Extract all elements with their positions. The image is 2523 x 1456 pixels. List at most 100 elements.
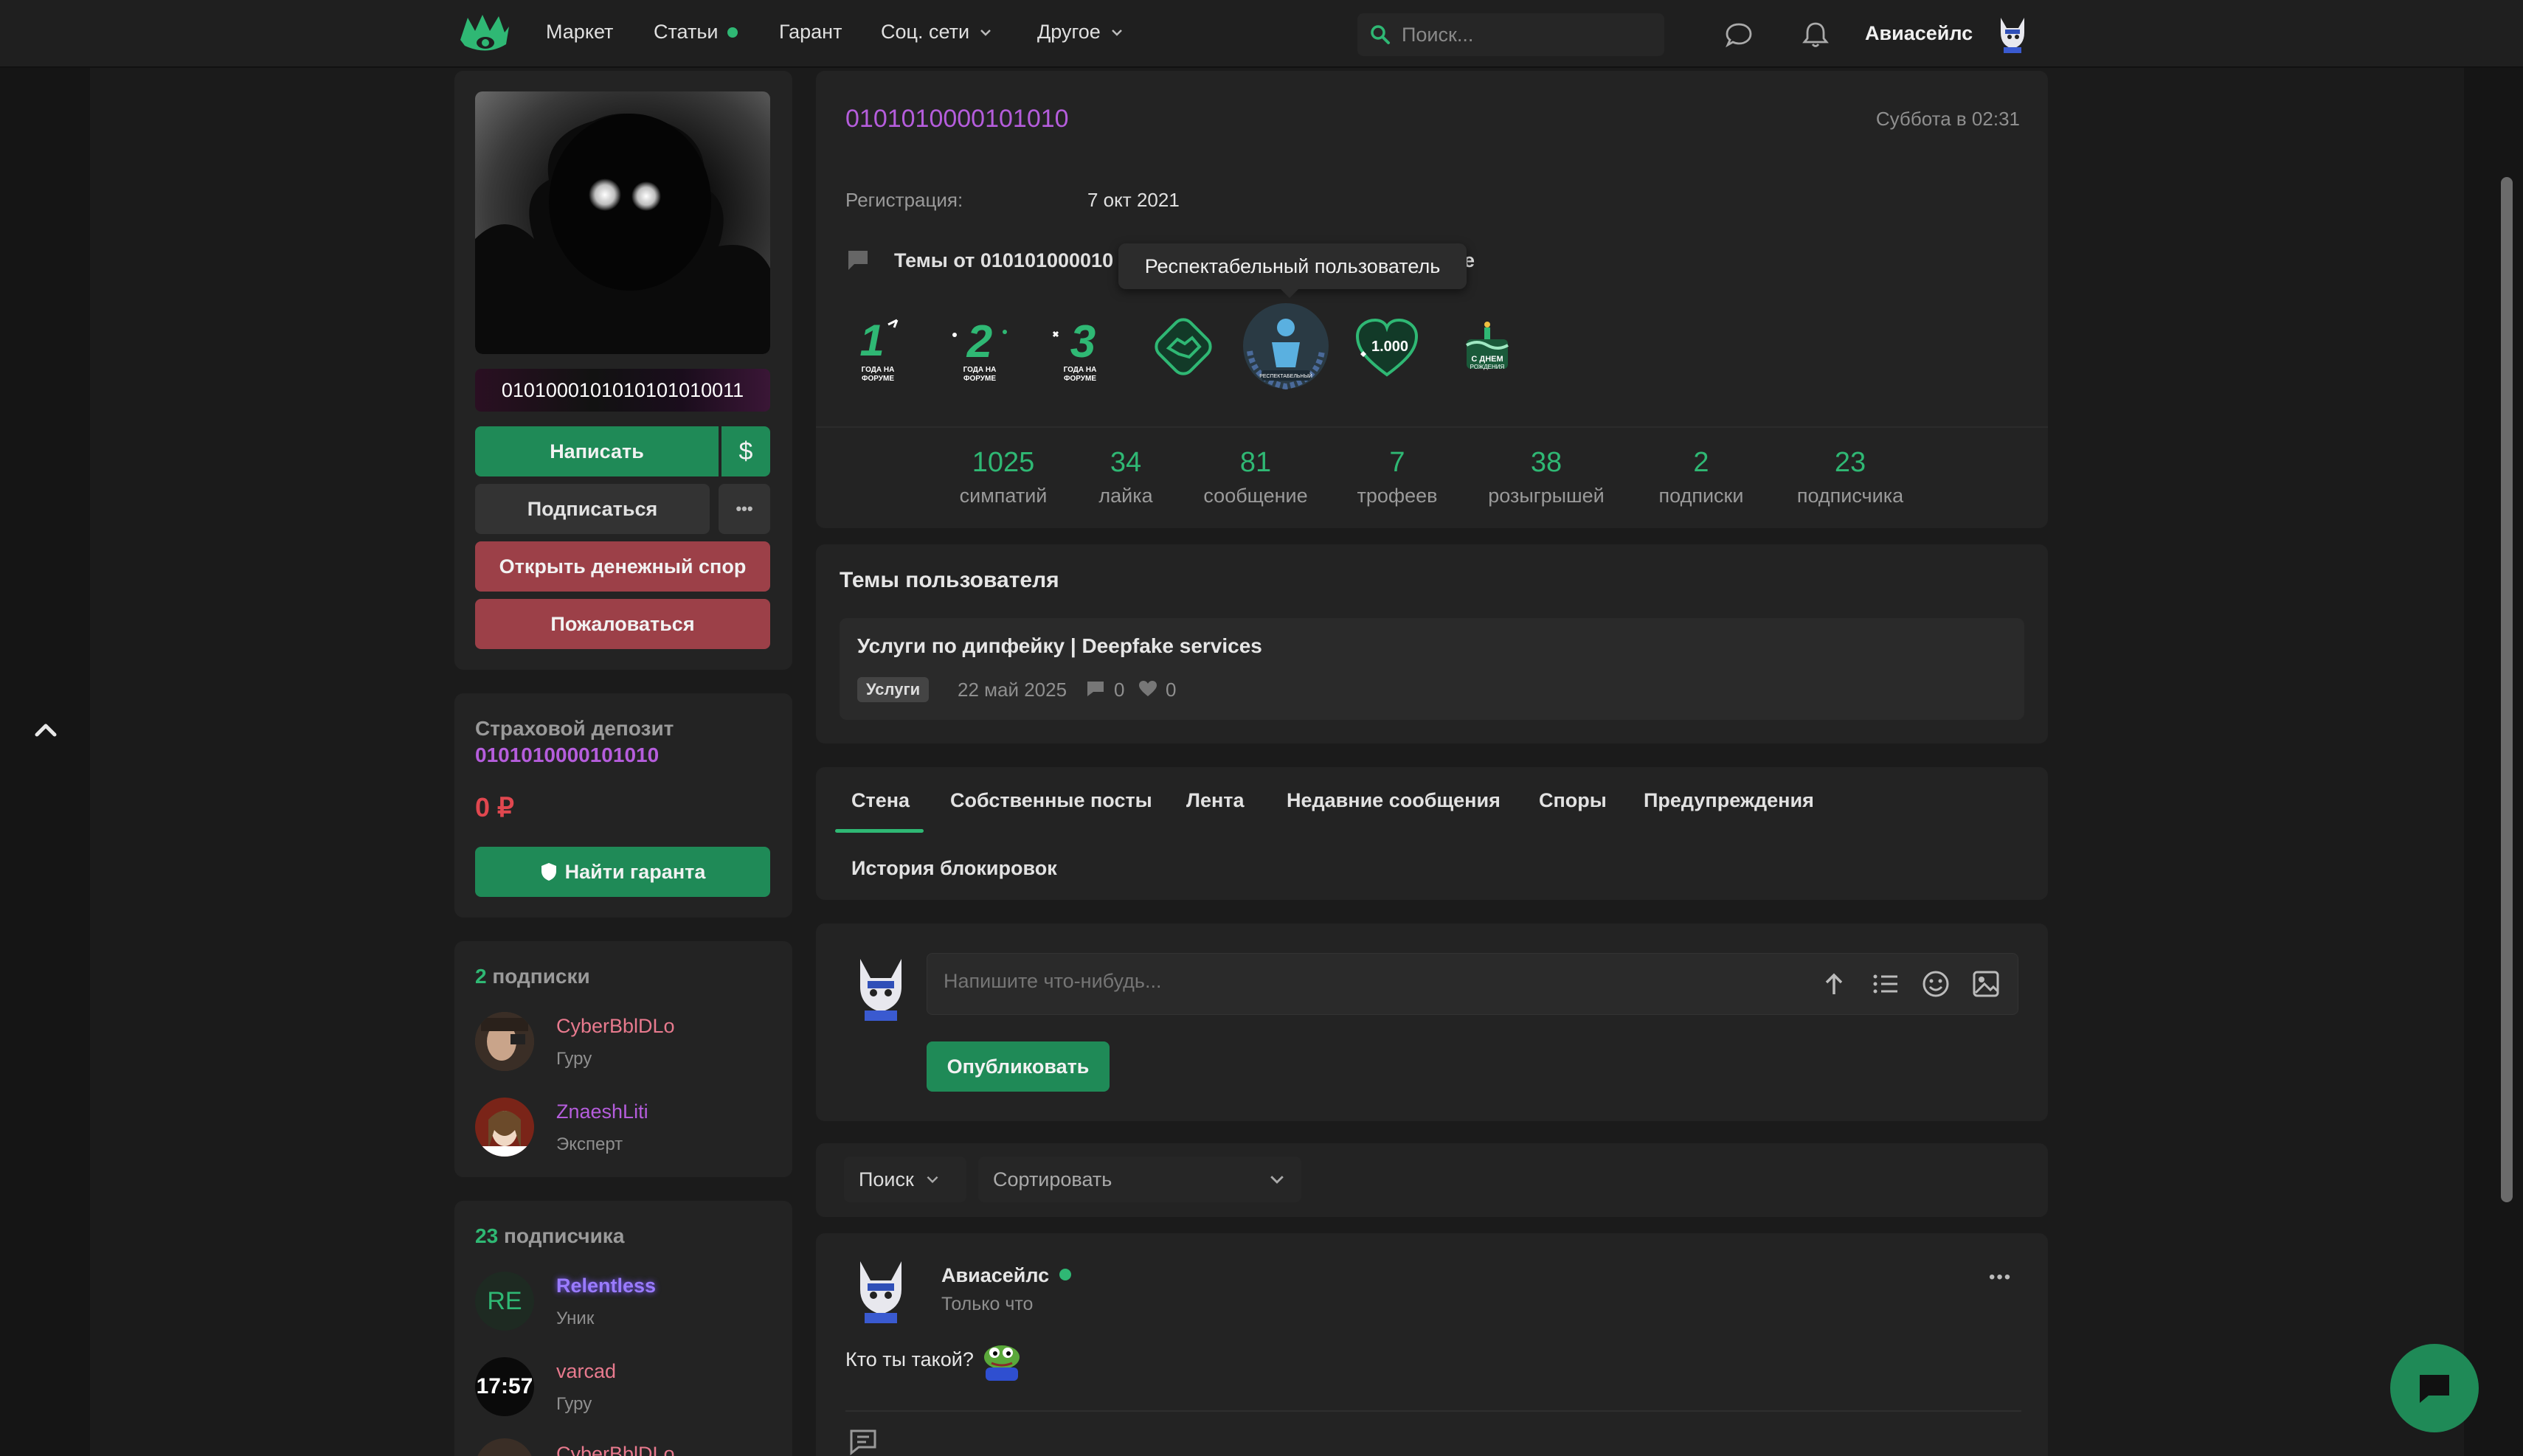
subscribers-title[interactable]: 23 подписчика: [475, 1224, 624, 1248]
profile-username: 0101010000101010: [845, 105, 1069, 133]
search-icon: [1371, 25, 1390, 44]
likes-1000-badge-icon[interactable]: 1.000: [1350, 310, 1424, 384]
page-side-right: [2464, 0, 2523, 1456]
registration-label: Регистрация:: [845, 189, 963, 211]
respectable-user-badge-icon[interactable]: РЕСПЕКТАБЕЛЬНЫЙ: [1239, 299, 1332, 392]
wall-post-input[interactable]: [927, 953, 2018, 1015]
nav-articles[interactable]: Статьи: [654, 21, 738, 44]
birthday-badge-icon[interactable]: С ДНЕМ РОЖДЕНИЯ: [1450, 310, 1524, 384]
profile-tabs: [816, 767, 2048, 900]
subscriptions-count: 2: [475, 965, 487, 988]
chevron-down-icon: [980, 29, 991, 36]
svg-text:ГОДА НА: ГОДА НА: [862, 366, 895, 374]
tab-disputes[interactable]: Споры: [1539, 789, 1607, 812]
list-icon[interactable]: [1871, 969, 1900, 1002]
wall-post-text-field[interactable]: [944, 970, 1814, 993]
nav-guarantor[interactable]: Гарант: [779, 21, 842, 44]
comment-icon[interactable]: [848, 1428, 878, 1456]
scrollbar-thumb[interactable]: [2501, 177, 2513, 1202]
send-money-button[interactable]: $: [721, 426, 770, 476]
deposit-title: Страховой депозит: [475, 717, 674, 740]
subscribe-button[interactable]: Подписаться: [475, 484, 710, 534]
write-message-button[interactable]: Написать: [475, 426, 719, 476]
avatar[interactable]: RE: [475, 1272, 534, 1331]
open-dispute-button[interactable]: Открыть денежный спор: [475, 541, 770, 592]
active-tab-indicator: [835, 829, 924, 833]
site-logo-icon[interactable]: [457, 10, 512, 58]
tab-block-history[interactable]: История блокировок: [851, 857, 1057, 880]
profile-avatar[interactable]: [475, 91, 770, 354]
current-user-avatar[interactable]: [1992, 13, 2033, 55]
arrow-up-icon[interactable]: [1819, 969, 1849, 1002]
messages-icon[interactable]: [1722, 18, 1756, 52]
post-more-button[interactable]: •••: [1989, 1267, 2012, 1288]
post-time: Только что: [941, 1294, 1034, 1314]
report-button[interactable]: Пожаловаться: [475, 599, 770, 649]
topic-title[interactable]: Услуги по дипфейку | Deepfake services: [857, 634, 1262, 658]
user-topics-link[interactable]: Темы от 010101000010: [894, 249, 1113, 272]
post-author-name[interactable]: Авиасейлс: [941, 1264, 1049, 1287]
avatar[interactable]: 17:57: [475, 1357, 534, 1416]
image-icon[interactable]: [1971, 969, 2001, 1002]
chevron-down-icon: [1270, 1176, 1284, 1184]
search-box[interactable]: [1357, 13, 1664, 56]
year-3-badge-icon[interactable]: 3 ГОДА НА ФОРУМЕ: [1043, 310, 1117, 384]
tab-feed[interactable]: Лента: [1186, 789, 1245, 812]
svg-text:ФОРУМЕ: ФОРУМЕ: [963, 375, 996, 383]
year-2-badge-icon[interactable]: 2 ГОДА НА ФОРУМЕ: [943, 310, 1017, 384]
subscription-name[interactable]: CyberBblDLo: [556, 1015, 675, 1038]
emoji-icon[interactable]: [1921, 969, 1951, 1002]
current-username[interactable]: Авиасейлс: [1865, 22, 1973, 45]
topic-tag[interactable]: Услуги: [857, 677, 930, 702]
divider: [816, 426, 2048, 428]
find-guarantor-button[interactable]: Найти гаранта: [475, 847, 770, 897]
subscriptions-title[interactable]: 2 подписки: [475, 965, 590, 988]
handshake-badge-icon[interactable]: [1146, 310, 1220, 384]
nav-social[interactable]: Соц. сети: [881, 21, 993, 44]
svg-text:РОЖДЕНИЯ: РОЖДЕНИЯ: [1470, 364, 1505, 370]
year-1-badge-icon[interactable]: 1 ГОДА НА ФОРУМЕ: [841, 310, 915, 384]
topic-item[interactable]: [840, 618, 2024, 720]
badge-tooltip: Респектабельный пользователь: [1118, 243, 1467, 298]
subscription-name[interactable]: ZnaeshLiti: [556, 1100, 648, 1123]
deposit-amount: 0 ₽: [475, 792, 514, 822]
tab-recent-messages[interactable]: Недавние сообщения: [1287, 789, 1501, 812]
svg-text:РЕСПЕКТАБЕЛЬНЫЙ: РЕСПЕКТАБЕЛЬНЫЙ: [1259, 372, 1312, 379]
topic-date: 22 май 2025: [958, 679, 1067, 701]
stat-messages[interactable]: 81 сообщение: [1189, 447, 1322, 507]
sort-dropdown[interactable]: Сортировать: [978, 1157, 1301, 1202]
stat-subscriptions[interactable]: 2 подписки: [1635, 447, 1768, 507]
subscription-rank: Эксперт: [556, 1134, 623, 1154]
more-actions-button[interactable]: •••: [719, 484, 770, 534]
post-author-avatar[interactable]: [845, 1255, 916, 1326]
tab-warnings[interactable]: Предупреждения: [1644, 789, 1814, 812]
avatar[interactable]: [475, 1012, 534, 1071]
svg-text:1.000: 1.000: [1371, 339, 1408, 355]
nav-market[interactable]: Маркет: [546, 21, 613, 44]
subscriber-name[interactable]: varcad: [556, 1360, 616, 1383]
nav-articles-label: Статьи: [654, 21, 719, 43]
search-filter-dropdown[interactable]: Поиск: [844, 1157, 966, 1202]
deposit-username[interactable]: 0101010000101010: [475, 743, 659, 767]
avatar[interactable]: [475, 1098, 534, 1157]
publish-button[interactable]: Опубликовать: [927, 1041, 1110, 1092]
stat-trophies[interactable]: 7 трофеев: [1331, 447, 1464, 507]
notifications-bell-icon[interactable]: [1799, 18, 1832, 52]
search-input[interactable]: [1402, 23, 1645, 46]
subscriber-name[interactable]: Relentless: [556, 1275, 656, 1297]
nav-social-label: Соц. сети: [881, 21, 970, 43]
scroll-top-icon[interactable]: [31, 717, 60, 743]
stat-subscribers[interactable]: 23 подписчика: [1784, 447, 1917, 507]
tab-own-posts[interactable]: Собственные посты: [950, 789, 1152, 812]
stat-likes[interactable]: 34 лайка: [1059, 447, 1192, 507]
chat-button[interactable]: [2390, 1344, 2479, 1432]
tab-wall[interactable]: Стена: [851, 789, 910, 812]
stat-giveaways[interactable]: 38 розыгрышей: [1480, 447, 1613, 507]
stat-label: лайка: [1098, 485, 1153, 507]
nav-other[interactable]: Другое: [1037, 21, 1124, 44]
svg-text:ФОРУМЕ: ФОРУМЕ: [1064, 375, 1096, 383]
stat-sympathies[interactable]: 1025 симпатий: [937, 447, 1070, 507]
subscriber-name[interactable]: CyberBblDLo: [556, 1443, 675, 1456]
chevron-down-icon: [1111, 29, 1122, 36]
nav-other-label: Другое: [1037, 21, 1101, 43]
